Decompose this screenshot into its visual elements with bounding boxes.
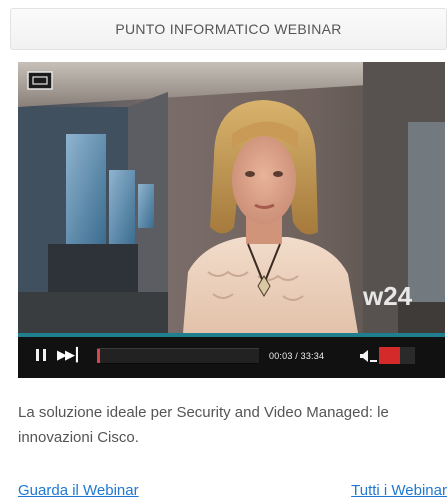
progress-bar[interactable]	[97, 348, 259, 364]
webinar-widget: PUNTO INFORMATICO WEBINAR w24 ▶▶┃ 00:03 …	[10, 8, 447, 504]
volume-fill	[379, 347, 400, 364]
volume-bar[interactable]	[379, 347, 415, 364]
watch-webinar-link[interactable]: Guarda il Webinar	[18, 482, 139, 500]
widget-header: PUNTO INFORMATICO WEBINAR	[10, 8, 447, 50]
all-webinars-link[interactable]: Tutti i Webinar	[351, 482, 447, 500]
next-icon[interactable]: ▶▶┃	[57, 348, 81, 362]
player-controls: ▶▶┃ 00:03 / 33:34	[18, 333, 445, 378]
volume-icon[interactable]	[359, 349, 377, 363]
video-player[interactable]: w24 ▶▶┃ 00:03 / 33:34	[18, 62, 445, 378]
progress-fill	[97, 349, 101, 363]
channel-watermark: w24	[362, 281, 413, 311]
time-readout: 00:03 / 33:34	[269, 351, 325, 361]
widget-title: PUNTO INFORMATICO WEBINAR	[115, 21, 342, 37]
pause-icon[interactable]	[35, 349, 49, 363]
screen-icon[interactable]	[27, 71, 53, 90]
webinar-description: La soluzione ideale per Security and Vid…	[18, 404, 389, 446]
video-frame-scene: w24	[18, 62, 445, 333]
video-frame[interactable]: w24	[18, 62, 445, 333]
